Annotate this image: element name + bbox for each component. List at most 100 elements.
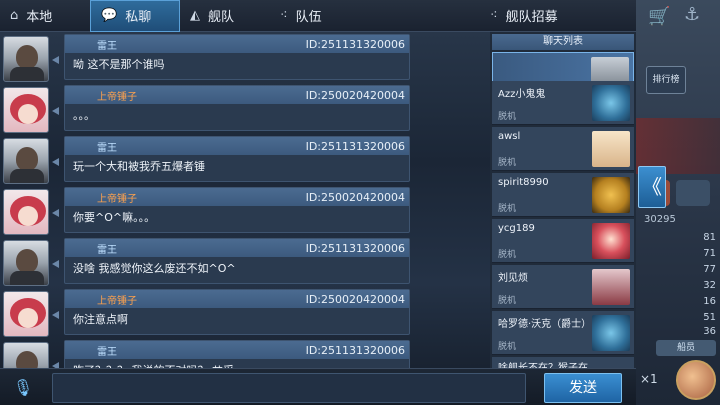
send-button[interactable]: 发送 xyxy=(544,373,622,403)
message-header: 雷王 ID:251131320006 xyxy=(65,35,409,53)
fleet-icon: ◭ xyxy=(190,8,200,23)
bubble-pointer xyxy=(52,158,59,166)
score-value: 30295 xyxy=(644,214,676,225)
message-header: 雷王 ID:251131320006 xyxy=(65,341,409,359)
shop-cart-icon[interactable]: 🛒 xyxy=(648,6,678,30)
stat-number: 77 xyxy=(703,264,716,275)
tab-team[interactable]: ⁖ 队伍 xyxy=(270,0,360,32)
contact-name: 哈罗德·沃克（爵士） xyxy=(498,319,592,330)
contact-status: 脱机 xyxy=(498,204,517,214)
collapse-panel-button[interactable]: 《 xyxy=(638,166,666,208)
tab-label: 私聊 xyxy=(125,10,152,25)
sender-id: ID:251131320006 xyxy=(305,343,405,357)
tab-label: 舰队招募 xyxy=(505,10,558,25)
sender-name[interactable]: 上帝锤子 xyxy=(97,88,137,103)
avatar[interactable] xyxy=(3,240,49,286)
chat-message: 雷王 ID:251131320006 呦 这不是那个谁吗 xyxy=(0,32,490,82)
chat-message: 上帝锤子 ID:250020420004 你注意点啊 xyxy=(0,287,490,337)
avatar[interactable] xyxy=(3,189,49,235)
sender-name[interactable]: 雷王 xyxy=(97,241,117,256)
message-header: 雷王 ID:251131320006 xyxy=(65,239,409,257)
message-header: 上帝锤子 ID:250020420004 xyxy=(65,188,409,206)
message-text: 玩一个大和被我乔五爆者锤 xyxy=(73,160,205,173)
sender-id: ID:251131320006 xyxy=(305,241,405,255)
sender-id: ID:250020420004 xyxy=(305,292,405,306)
sender-id: ID:251131320006 xyxy=(305,139,405,153)
chat-message: 上帝锤子 ID:250020420004 你要^O^嘛。。。 xyxy=(0,185,490,235)
stat-number: 16 xyxy=(703,296,716,307)
multiplier-text: ×1 xyxy=(640,372,658,386)
chat-input-bar: 🎙 发送 xyxy=(0,368,636,405)
sender-name[interactable]: 雷王 xyxy=(97,343,117,358)
chat-list-panel: 聊天列表 空闲 Azz小鬼鬼 脱机 awsl 脱机 spirit8990 脱机 … xyxy=(490,32,636,405)
rank-button[interactable]: 排行榜 xyxy=(646,66,686,94)
message-text: 。。。 xyxy=(73,109,95,122)
tab-label: 队伍 xyxy=(295,10,322,25)
ship-icon[interactable]: ⚓ xyxy=(684,4,714,34)
chat-list-item[interactable]: 哈罗德·沃克（爵士） 脱机 xyxy=(492,311,634,355)
chat-message: 雷王 ID:251131320006 玩一个大和被我乔五爆者锤 xyxy=(0,134,490,184)
contact-name: awsl xyxy=(498,131,521,142)
bubble-pointer xyxy=(52,107,59,115)
right-box-button[interactable] xyxy=(676,180,710,206)
team-icon: ⁖ xyxy=(280,8,288,23)
chat-input[interactable] xyxy=(52,373,526,403)
stat-number: 81 xyxy=(703,232,716,243)
sender-name[interactable]: 上帝锤子 xyxy=(97,190,137,205)
contact-status: 脱机 xyxy=(498,250,517,260)
contact-avatar xyxy=(592,269,630,305)
contact-avatar xyxy=(592,85,630,121)
message-bubble: 雷王 ID:251131320006 没啥 我感觉你这么废还不如^O^ xyxy=(64,238,410,284)
avatar[interactable] xyxy=(3,138,49,184)
message-text: 你注意点啊 xyxy=(73,313,128,326)
tab-private-chat[interactable]: 💬 私聊 xyxy=(90,0,180,32)
bubble-pointer xyxy=(52,260,59,268)
avatar[interactable] xyxy=(3,291,49,337)
tab-label: 本地 xyxy=(26,10,53,25)
contact-avatar xyxy=(592,177,630,213)
tab-fleet-recruit[interactable]: ⁖ 舰队招募 xyxy=(480,0,600,32)
stat-number: 32 xyxy=(703,280,716,291)
chat-list-item[interactable]: spirit8990 脱机 xyxy=(492,173,634,217)
sender-id: ID:250020420004 xyxy=(305,88,405,102)
sender-id: ID:250020420004 xyxy=(305,190,405,204)
microphone-icon[interactable]: 🎙 xyxy=(12,375,34,401)
home-icon: ⌂ xyxy=(10,8,19,23)
message-header: 雷王 ID:251131320006 xyxy=(65,137,409,155)
avatar[interactable] xyxy=(3,342,49,368)
avatar[interactable] xyxy=(3,36,49,82)
message-bubble: 雷王 ID:251131320006 咋了？？？ 我说的不对吗？ 艹采 xyxy=(64,340,410,368)
chat-list-item[interactable]: ycg189 脱机 xyxy=(492,219,634,263)
sender-name[interactable]: 雷王 xyxy=(97,37,117,52)
message-header: 上帝锤子 ID:250020420004 xyxy=(65,86,409,104)
message-bubble: 雷王 ID:251131320006 玩一个大和被我乔五爆者锤 xyxy=(64,136,410,182)
message-text: 没啥 我感觉你这么废还不如^O^ xyxy=(73,262,236,275)
bubble-pointer xyxy=(52,56,59,64)
chat-message-list[interactable]: 雷王 ID:251131320006 呦 这不是那个谁吗 上帝锤子 ID:250… xyxy=(0,32,490,368)
chat-list-item[interactable]: Azz小鬼鬼 脱机 xyxy=(492,81,634,125)
sender-name[interactable]: 上帝锤子 xyxy=(97,292,137,307)
stat-number: 51 xyxy=(703,312,716,323)
contact-name: Azz小鬼鬼 xyxy=(498,89,546,100)
contact-status: 脱机 xyxy=(498,112,517,122)
tab-fleet[interactable]: ◭ 舰队 xyxy=(180,0,270,32)
sender-name[interactable]: 雷王 xyxy=(97,139,117,154)
chat-message: 雷王 ID:251131320006 咋了？？？ 我说的不对吗？ 艹采 xyxy=(0,338,490,368)
chat-message: 雷王 ID:251131320006 没啥 我感觉你这么废还不如^O^ xyxy=(0,236,490,286)
message-text: 你要^O^嘛。。。 xyxy=(73,211,156,224)
tab-local[interactable]: ⌂ 本地 xyxy=(0,0,90,32)
crew-pill[interactable]: 船员 xyxy=(656,340,716,356)
message-text: 呦 这不是那个谁吗 xyxy=(73,58,165,71)
player-avatar[interactable] xyxy=(676,360,716,400)
chat-list-item[interactable]: awsl 脱机 xyxy=(492,127,634,171)
chat-bubble-icon: 💬 xyxy=(101,8,118,23)
contact-status: 脱机 xyxy=(498,158,517,168)
message-bubble: 上帝锤子 ID:250020420004 你要^O^嘛。。。 xyxy=(64,187,410,233)
chat-list-item[interactable]: 刘见烦 脱机 xyxy=(492,265,634,309)
contact-avatar xyxy=(592,223,630,259)
contact-status: 脱机 xyxy=(498,296,517,306)
contact-name: 刘见烦 xyxy=(498,273,528,284)
contact-avatar xyxy=(592,315,630,351)
contact-avatar xyxy=(592,131,630,167)
avatar[interactable] xyxy=(3,87,49,133)
